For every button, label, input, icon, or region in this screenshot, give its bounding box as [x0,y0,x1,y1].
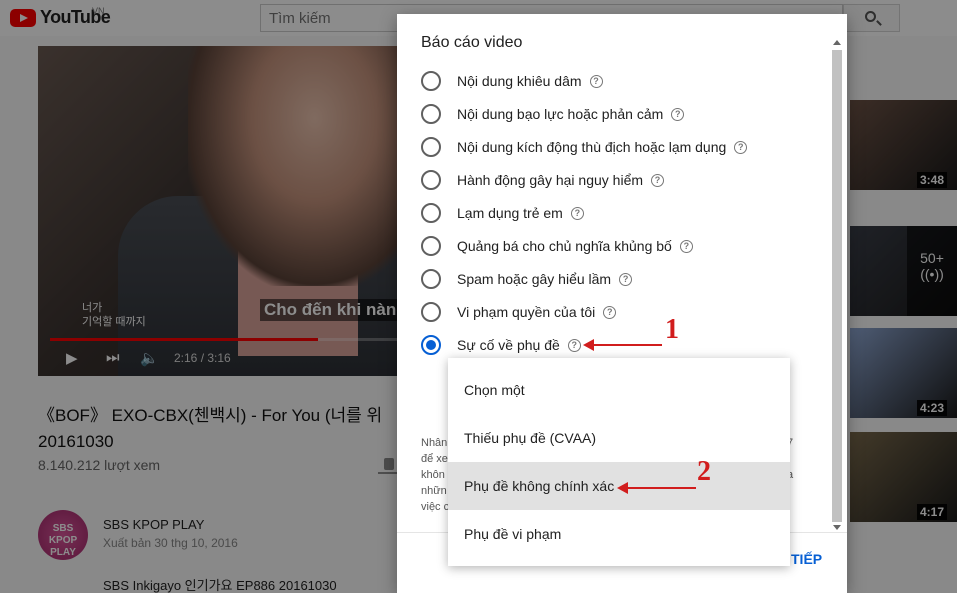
radio-button[interactable] [421,104,441,124]
radio-button[interactable] [421,170,441,190]
option-label: Lạm dụng trẻ em? [457,205,584,221]
option-label: Spam hoặc gây hiểu lầm? [457,271,633,287]
radio-button[interactable] [421,302,441,322]
annotation-arrow-1 [583,339,662,351]
help-icon[interactable]: ? [567,338,581,352]
radio-button-selected[interactable] [421,335,441,355]
help-icon[interactable]: ? [603,305,617,319]
help-icon[interactable]: ? [589,74,603,88]
option-label: Sự cố về phụ đề? [457,337,581,353]
option-label: Hành động gây hại nguy hiểm? [457,172,665,188]
radio-button[interactable] [421,137,441,157]
option-label: Nội dung kích động thù địch hoặc lạm dụn… [457,139,748,155]
option-label: Nội dung khiêu dâm? [457,73,603,89]
annotation-number-1: 1 [665,314,679,345]
caption-issue-dropdown[interactable]: Chọn một Thiếu phụ đề (CVAA) Phụ đề khôn… [448,358,790,566]
scroll-up-icon[interactable] [833,40,841,45]
dialog-title: Báo cáo video [421,34,523,51]
option-label: Vi phạm quyền của tôi? [457,304,617,320]
scroll-down-icon[interactable] [833,525,841,530]
dropdown-option-choose-one[interactable]: Chọn một [448,366,790,414]
help-icon[interactable]: ? [570,206,584,220]
dropdown-option-abusive-captions[interactable]: Phụ đề vi phạm [448,510,790,558]
annotation-number-2: 2 [697,456,711,487]
dialog-scrollbar[interactable] [830,36,844,532]
radio-button[interactable] [421,269,441,289]
help-icon[interactable]: ? [734,140,748,154]
radio-button[interactable] [421,203,441,223]
help-icon[interactable]: ? [651,173,665,187]
radio-button[interactable] [421,71,441,91]
help-icon[interactable]: ? [671,107,685,121]
next-button[interactable]: TIẾP [789,551,825,567]
scrollbar-thumb[interactable] [832,50,842,522]
option-label: Nội dung bạo lực hoặc phản cảm? [457,106,685,122]
help-icon[interactable]: ? [679,239,693,253]
dropdown-option-missing-captions[interactable]: Thiếu phụ đề (CVAA) [448,414,790,462]
option-label: Quảng bá cho chủ nghĩa khủng bố? [457,238,693,254]
help-icon[interactable]: ? [619,272,633,286]
radio-button[interactable] [421,236,441,256]
annotation-arrow-2 [617,482,696,494]
